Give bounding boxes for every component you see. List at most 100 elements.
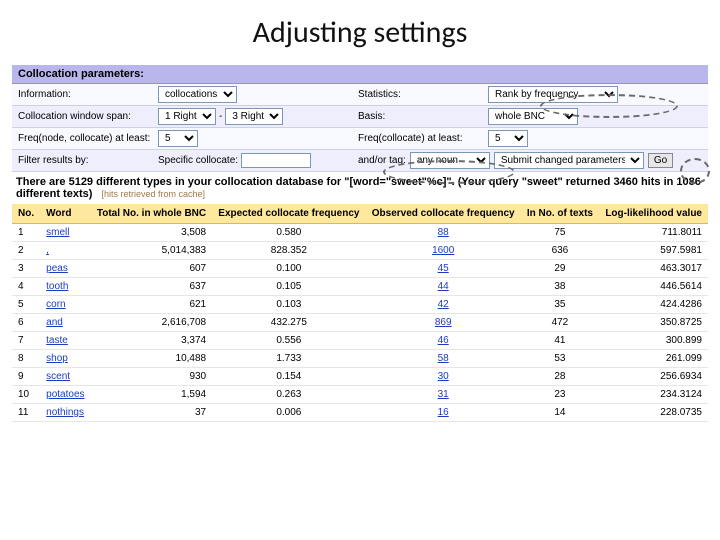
cell-word[interactable]: nothings [40, 404, 90, 422]
cell-observed[interactable]: 46 [366, 332, 521, 350]
cell-no: 3 [12, 260, 40, 278]
cell-observed[interactable]: 44 [366, 278, 521, 296]
information-select[interactable]: collocations [158, 86, 237, 103]
span-left-select[interactable]: 1 Right [158, 108, 216, 125]
cell-total: 930 [91, 368, 213, 386]
cell-texts: 29 [521, 260, 599, 278]
go-button[interactable]: Go [648, 153, 673, 168]
cell-texts: 472 [521, 314, 599, 332]
cell-total: 1,594 [91, 386, 213, 404]
andor-tag-select[interactable]: any noun [410, 152, 490, 169]
table-row: 11nothings370.0061614228.0735 [12, 404, 708, 422]
cell-observed[interactable]: 88 [366, 224, 521, 242]
filter-label: Filter results by: [18, 155, 158, 166]
cell-word[interactable]: peas [40, 260, 90, 278]
col-expected: Expected collocate frequency [212, 204, 365, 224]
table-row: 8shop10,4881.7335853261.099 [12, 350, 708, 368]
span-dash: - [219, 111, 222, 122]
cell-ll: 300.899 [599, 332, 708, 350]
cell-texts: 35 [521, 296, 599, 314]
freq-collocate-label: Freq(collocate) at least: [358, 133, 488, 144]
span-label: Collocation window span: [18, 111, 158, 122]
cell-word[interactable]: , [40, 242, 90, 260]
col-total: Total No. in whole BNC [91, 204, 213, 224]
cell-expected: 1.733 [212, 350, 365, 368]
cell-total: 621 [91, 296, 213, 314]
table-row: 6and2,616,708432.275869472350.8725 [12, 314, 708, 332]
cell-expected: 0.103 [212, 296, 365, 314]
cell-word[interactable]: smell [40, 224, 90, 242]
summary-text: There are 5129 different types in your c… [12, 172, 708, 200]
freq-node-collocate-select[interactable]: 5 [158, 130, 198, 147]
information-label: Information: [18, 89, 158, 100]
cell-texts: 23 [521, 386, 599, 404]
cell-texts: 75 [521, 224, 599, 242]
cell-texts: 636 [521, 242, 599, 260]
cell-no: 4 [12, 278, 40, 296]
row-filter: Filter results by: Specific collocate: a… [12, 150, 708, 172]
cell-ll: 228.0735 [599, 404, 708, 422]
cell-expected: 432.275 [212, 314, 365, 332]
cell-ll: 424.4286 [599, 296, 708, 314]
specific-collocate-input[interactable] [241, 153, 311, 168]
cell-total: 2,616,708 [91, 314, 213, 332]
cell-texts: 28 [521, 368, 599, 386]
cell-word[interactable]: taste [40, 332, 90, 350]
statistics-select[interactable]: Rank by frequency [488, 86, 618, 103]
collocation-table: No. Word Total No. in whole BNC Expected… [12, 204, 708, 422]
cell-word[interactable]: tooth [40, 278, 90, 296]
table-row: 7taste3,3740.5564641300.899 [12, 332, 708, 350]
cell-observed[interactable]: 45 [366, 260, 521, 278]
table-row: 3peas6070.1004529463.3017 [12, 260, 708, 278]
cell-expected: 0.100 [212, 260, 365, 278]
col-no: No. [12, 204, 40, 224]
cell-total: 37 [91, 404, 213, 422]
cell-no: 8 [12, 350, 40, 368]
cell-observed[interactable]: 16 [366, 404, 521, 422]
cell-no: 5 [12, 296, 40, 314]
cell-word[interactable]: and [40, 314, 90, 332]
andor-tag-label: and/or tag: [358, 155, 406, 166]
cell-observed[interactable]: 58 [366, 350, 521, 368]
span-right-select[interactable]: 3 Right [225, 108, 283, 125]
basis-label: Basis: [358, 111, 488, 122]
page-title: Adjusting settings [12, 14, 708, 51]
cache-note: [hits retrieved from cache] [101, 189, 205, 199]
cell-total: 10,488 [91, 350, 213, 368]
col-ll: Log-likelihood value [599, 204, 708, 224]
table-row: 4tooth6370.1054438446.5614 [12, 278, 708, 296]
cell-no: 1 [12, 224, 40, 242]
table-row: 10potatoes1,5940.2633123234.3124 [12, 386, 708, 404]
cell-ll: 711.8011 [599, 224, 708, 242]
submit-params-select[interactable]: Submit changed parameters [494, 152, 644, 169]
row-freq-node-collocate: Freq(node, collocate) at least: 5 Freq(c… [12, 128, 708, 150]
table-row: 9scent9300.1543028256.6934 [12, 368, 708, 386]
cell-observed[interactable]: 42 [366, 296, 521, 314]
cell-word[interactable]: shop [40, 350, 90, 368]
cell-no: 11 [12, 404, 40, 422]
cell-observed[interactable]: 30 [366, 368, 521, 386]
cell-texts: 38 [521, 278, 599, 296]
cell-word[interactable]: scent [40, 368, 90, 386]
col-observed: Observed collocate frequency [366, 204, 521, 224]
cell-expected: 0.154 [212, 368, 365, 386]
cell-texts: 41 [521, 332, 599, 350]
table-row: 2,5,014,383828.3521600636597.5981 [12, 242, 708, 260]
cell-expected: 0.006 [212, 404, 365, 422]
basis-select[interactable]: whole BNC [488, 108, 578, 125]
table-header-row: No. Word Total No. in whole BNC Expected… [12, 204, 708, 224]
cell-observed[interactable]: 31 [366, 386, 521, 404]
cell-ll: 597.5981 [599, 242, 708, 260]
cell-total: 3,508 [91, 224, 213, 242]
cell-texts: 53 [521, 350, 599, 368]
cell-word[interactable]: corn [40, 296, 90, 314]
freq-node-collocate-label: Freq(node, collocate) at least: [18, 133, 158, 144]
cell-expected: 0.105 [212, 278, 365, 296]
row-window-span: Collocation window span: 1 Right - 3 Rig… [12, 106, 708, 128]
cell-word[interactable]: potatoes [40, 386, 90, 404]
statistics-label: Statistics: [358, 89, 488, 100]
cell-observed[interactable]: 1600 [366, 242, 521, 260]
cell-no: 10 [12, 386, 40, 404]
cell-observed[interactable]: 869 [366, 314, 521, 332]
freq-collocate-select[interactable]: 5 [488, 130, 528, 147]
